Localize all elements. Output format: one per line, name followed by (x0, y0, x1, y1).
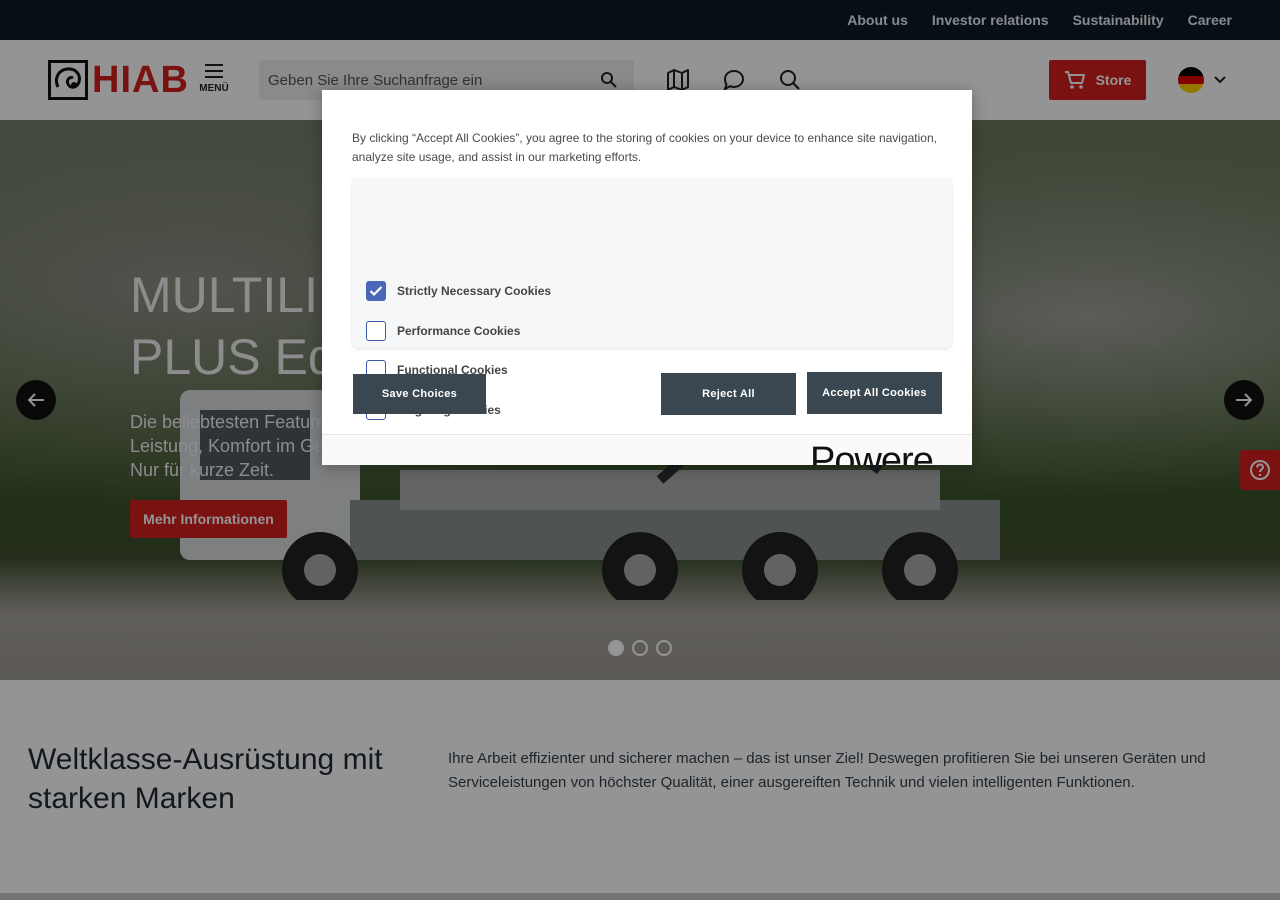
pref-strictly-necessary[interactable]: Strictly Necessary Cookies (366, 279, 551, 303)
label-performance: Performance Cookies (397, 324, 521, 338)
save-choices-button[interactable]: Save Choices (353, 374, 486, 414)
cookie-intro-text: By clicking “Accept All Cookies”, you ag… (352, 131, 937, 164)
dialog-footer: Powere (322, 434, 972, 465)
label-strictly-necessary: Strictly Necessary Cookies (397, 284, 552, 298)
checkmark-icon (369, 286, 383, 297)
accept-all-cookies-button[interactable]: Accept All Cookies (807, 372, 942, 414)
cookie-preferences: Strictly Necessary Cookies Performance C… (352, 178, 952, 420)
reject-all-button[interactable]: Reject All (661, 373, 796, 415)
powered-by-text[interactable]: Powere (810, 441, 934, 465)
pref-performance[interactable]: Performance Cookies (366, 319, 520, 343)
checkbox-strictly-necessary[interactable] (366, 281, 386, 301)
cookie-consent-dialog: By clicking “Accept All Cookies”, you ag… (322, 90, 972, 465)
checkbox-performance[interactable] (366, 321, 386, 341)
